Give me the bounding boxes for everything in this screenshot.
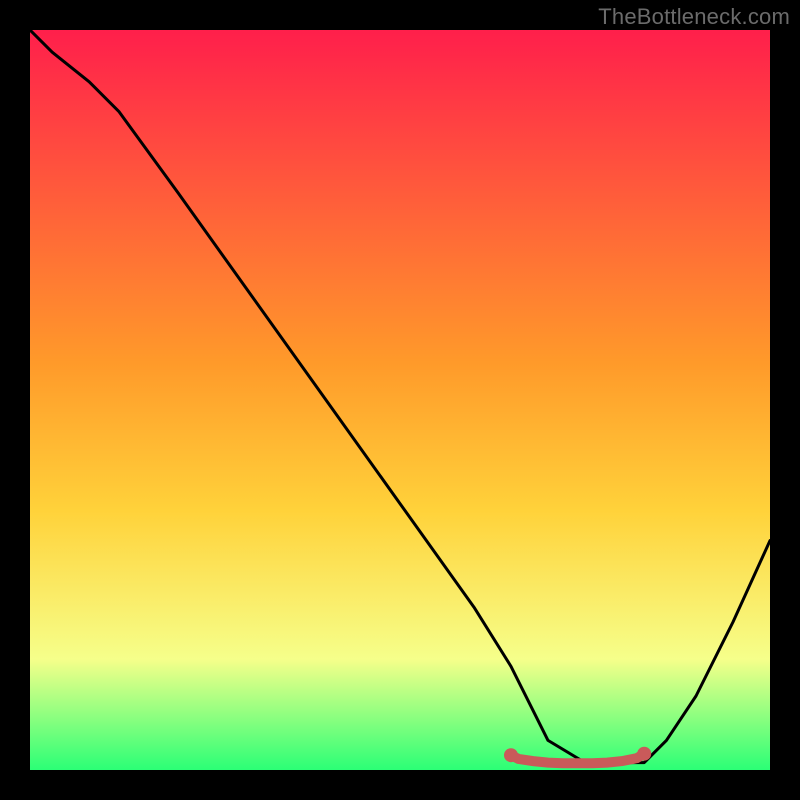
chart-frame: TheBottleneck.com	[0, 0, 800, 800]
plot-area	[30, 30, 770, 770]
watermark-text: TheBottleneck.com	[598, 4, 790, 30]
flat-region-endpoint	[504, 748, 518, 762]
chart-svg	[30, 30, 770, 770]
flat-region-endpoint	[637, 747, 651, 761]
